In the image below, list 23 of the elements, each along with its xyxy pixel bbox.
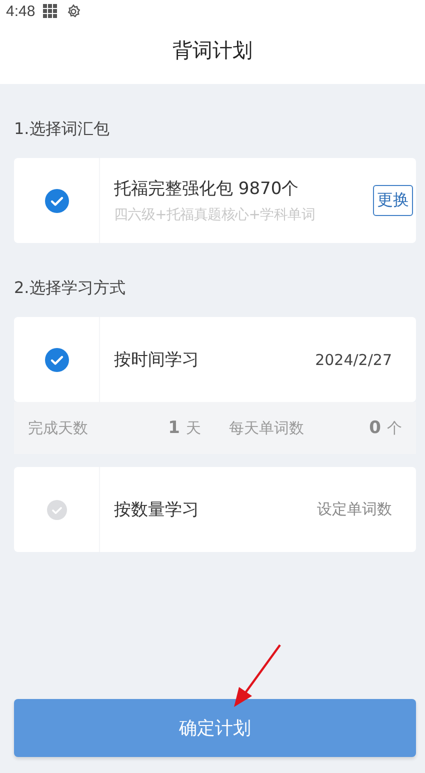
section-label: 1.选择词汇包 <box>14 118 110 140</box>
grid-icon <box>43 4 58 18</box>
stat-label: 完成天数 <box>28 418 89 438</box>
package-name: 托福完整强化包 9870个 <box>114 178 300 200</box>
checked-icon[interactable] <box>44 348 68 372</box>
method-card[interactable]: 按数量学习 设定单词数 <box>14 467 416 552</box>
checked-icon[interactable] <box>44 188 68 212</box>
page-title: 背词计划 <box>172 36 252 64</box>
stat-label: 每天单词数 <box>229 418 305 438</box>
end-date[interactable]: 2024/2/27 <box>315 350 392 368</box>
method-label: 按数量学习 <box>114 499 200 521</box>
word-count-setting[interactable]: 设定单词数 <box>317 500 392 519</box>
settings-icon <box>66 4 82 18</box>
unchecked-icon[interactable] <box>46 500 66 520</box>
status-time: 4:48 <box>6 2 36 20</box>
section-label: 2.选择学习方式 <box>14 278 126 298</box>
change-button[interactable]: 更换 <box>373 185 413 216</box>
stat-number: 1 <box>168 418 180 438</box>
stat-unit: 个 <box>387 418 402 438</box>
stat-number: 0 <box>369 418 381 438</box>
method-label: 按时间学习 <box>114 349 200 371</box>
method-card[interactable]: 按时间学习 2024/2/27 <box>14 317 416 402</box>
stat-unit: 天 <box>186 418 201 438</box>
